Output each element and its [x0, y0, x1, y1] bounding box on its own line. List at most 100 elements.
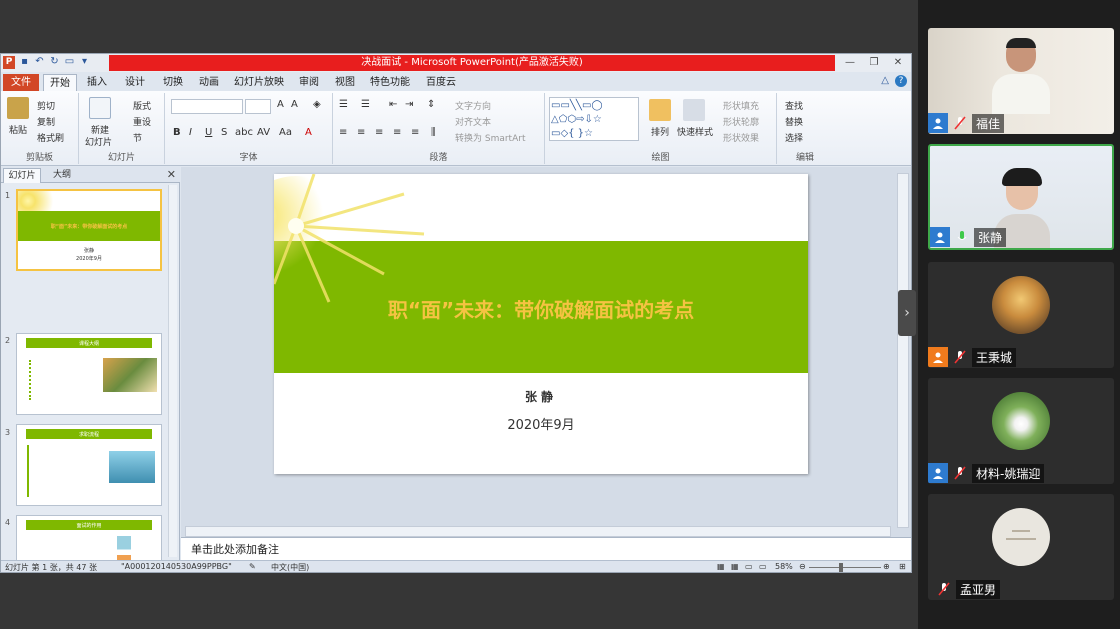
- section-button[interactable]: 节: [133, 131, 142, 144]
- participant-tile[interactable]: 王秉城: [928, 262, 1114, 368]
- font-name-box[interactable]: [171, 99, 243, 114]
- redo-icon[interactable]: ↻: [49, 56, 60, 68]
- save-icon[interactable]: ▪: [19, 56, 30, 68]
- new-slide-label-2[interactable]: 幻灯片: [85, 135, 112, 148]
- increase-indent-icon[interactable]: ⇥: [405, 99, 413, 110]
- normal-view-icon[interactable]: ▦: [717, 562, 725, 571]
- notes-pane[interactable]: 单击此处添加备注: [181, 537, 911, 560]
- replace-button[interactable]: 替换: [785, 115, 803, 128]
- zoom-level[interactable]: 58%: [775, 562, 793, 571]
- minimize-button[interactable]: —: [839, 55, 861, 70]
- participant-tile[interactable]: 孟亚男: [928, 494, 1114, 600]
- align-center-icon[interactable]: ≡: [357, 127, 365, 138]
- tab-design[interactable]: 设计: [117, 74, 153, 91]
- change-case-icon[interactable]: Aa: [279, 127, 292, 138]
- tab-view[interactable]: 视图: [327, 74, 363, 91]
- bold-icon[interactable]: B: [173, 127, 181, 138]
- numbering-icon[interactable]: ☰: [361, 99, 370, 110]
- find-button[interactable]: 查找: [785, 99, 803, 112]
- slide-thumb-3[interactable]: 求职流程: [16, 424, 162, 506]
- collapse-panel-button[interactable]: ›: [898, 290, 916, 336]
- slide-thumb-2[interactable]: 课程大纲: [16, 333, 162, 415]
- font-size-box[interactable]: [245, 99, 271, 114]
- undo-icon[interactable]: ↶: [34, 56, 45, 68]
- char-spacing-icon[interactable]: AV: [257, 127, 270, 138]
- shrink-font-icon[interactable]: A: [291, 99, 298, 110]
- format-painter-button[interactable]: 格式刷: [37, 131, 64, 144]
- align-text-button[interactable]: 对齐文本: [455, 115, 491, 128]
- align-left-icon[interactable]: ≡: [339, 127, 347, 138]
- tab-baidu-cloud[interactable]: 百度云: [417, 74, 465, 91]
- mic-muted-icon[interactable]: [936, 580, 952, 598]
- restore-button[interactable]: ❐: [863, 55, 885, 70]
- layout-button[interactable]: 版式: [133, 99, 151, 112]
- reset-button[interactable]: 重设: [133, 115, 151, 128]
- zoom-out-icon[interactable]: ⊖: [799, 562, 806, 571]
- slideshow-view-icon[interactable]: ▭: [759, 562, 767, 571]
- participant-tile-active[interactable]: 张静: [928, 144, 1114, 250]
- tab-special[interactable]: 特色功能: [365, 74, 415, 91]
- quick-styles-icon[interactable]: [683, 99, 705, 121]
- italic-icon[interactable]: I: [189, 127, 192, 138]
- current-slide[interactable]: 职“面”未来：带你破解面试的考点 张静 2020年9月: [274, 174, 808, 474]
- paste-button[interactable]: 粘贴: [9, 123, 27, 136]
- clear-formatting-icon[interactable]: ◈: [313, 99, 321, 110]
- slide-title[interactable]: 职“面”未来：带你破解面试的考点: [274, 294, 808, 323]
- mic-muted-icon[interactable]: [952, 348, 968, 366]
- customize-qat-icon[interactable]: ▾: [79, 56, 90, 68]
- minimize-ribbon-icon[interactable]: △: [881, 75, 889, 87]
- help-icon[interactable]: ?: [895, 75, 907, 87]
- participant-tile[interactable]: 材料-姚瑞迎: [928, 378, 1114, 484]
- cut-button[interactable]: 剪切: [37, 99, 55, 112]
- participant-tile[interactable]: 福佳: [928, 28, 1114, 134]
- tab-review[interactable]: 审阅: [291, 74, 327, 91]
- start-from-beginning-icon[interactable]: ▭: [64, 56, 75, 68]
- paste-icon[interactable]: [7, 97, 29, 119]
- select-button[interactable]: 选择: [785, 131, 803, 144]
- arrange-icon[interactable]: [649, 99, 671, 121]
- tab-file[interactable]: 文件: [3, 74, 39, 91]
- line-spacing-icon[interactable]: ⇕: [427, 99, 435, 110]
- tab-slideshow[interactable]: 幻灯片放映: [229, 74, 289, 91]
- zoom-in-icon[interactable]: ⊕: [883, 562, 890, 571]
- slide-author[interactable]: 张静: [274, 388, 808, 405]
- arrange-button[interactable]: 排列: [651, 125, 669, 138]
- close-button[interactable]: ✕: [887, 55, 909, 70]
- horizontal-scrollbar[interactable]: [185, 526, 891, 537]
- justify-icon[interactable]: ≡: [393, 127, 401, 138]
- quick-styles-button[interactable]: 快速样式: [677, 125, 713, 138]
- grow-font-icon[interactable]: A: [277, 99, 284, 110]
- shape-fill-button[interactable]: 形状填充: [723, 99, 759, 112]
- copy-button[interactable]: 复制: [37, 115, 55, 128]
- underline-icon[interactable]: U: [205, 127, 212, 138]
- align-right-icon[interactable]: ≡: [375, 127, 383, 138]
- shape-effects-button[interactable]: 形状效果: [723, 131, 759, 144]
- close-panel-icon[interactable]: ✕: [167, 168, 176, 181]
- panel-scrollbar[interactable]: [168, 185, 177, 557]
- decrease-indent-icon[interactable]: ⇤: [389, 99, 397, 110]
- shapes-gallery[interactable]: ▭▭╲╲▭◯ △⬠⬡⇨⇩☆ ▭◇{ }☆: [549, 97, 639, 141]
- spellcheck-icon[interactable]: ✎: [249, 562, 256, 571]
- tab-slides[interactable]: 幻灯片: [3, 168, 41, 183]
- powerpoint-icon[interactable]: P: [3, 56, 15, 69]
- slide-date[interactable]: 2020年9月: [274, 414, 808, 433]
- slide-thumb-1[interactable]: 职“面”未来：带你破解面试的考点 张静 2020年9月: [16, 189, 162, 271]
- tab-animations[interactable]: 动画: [191, 74, 227, 91]
- columns-icon[interactable]: ⫼: [431, 127, 436, 138]
- tab-home[interactable]: 开始: [43, 74, 77, 91]
- reading-view-icon[interactable]: ▭: [745, 562, 753, 571]
- convert-smartart-button[interactable]: 转换为 SmartArt: [455, 131, 525, 144]
- text-direction-button[interactable]: 文字方向: [455, 99, 491, 112]
- mic-muted-icon[interactable]: [952, 114, 968, 132]
- shadow-icon[interactable]: S: [221, 127, 227, 138]
- sorter-view-icon[interactable]: ▦: [731, 562, 739, 571]
- vertical-scrollbar[interactable]: [897, 173, 909, 528]
- zoom-slider-thumb[interactable]: [839, 563, 843, 572]
- shape-outline-button[interactable]: 形状轮廓: [723, 115, 759, 128]
- fit-to-window-icon[interactable]: ⊞: [899, 562, 906, 571]
- mic-active-icon[interactable]: [954, 228, 970, 246]
- zoom-slider[interactable]: [809, 567, 881, 568]
- tab-transitions[interactable]: 切换: [155, 74, 191, 91]
- font-color-icon[interactable]: A: [305, 127, 312, 138]
- tab-outline[interactable]: 大纲: [43, 168, 81, 183]
